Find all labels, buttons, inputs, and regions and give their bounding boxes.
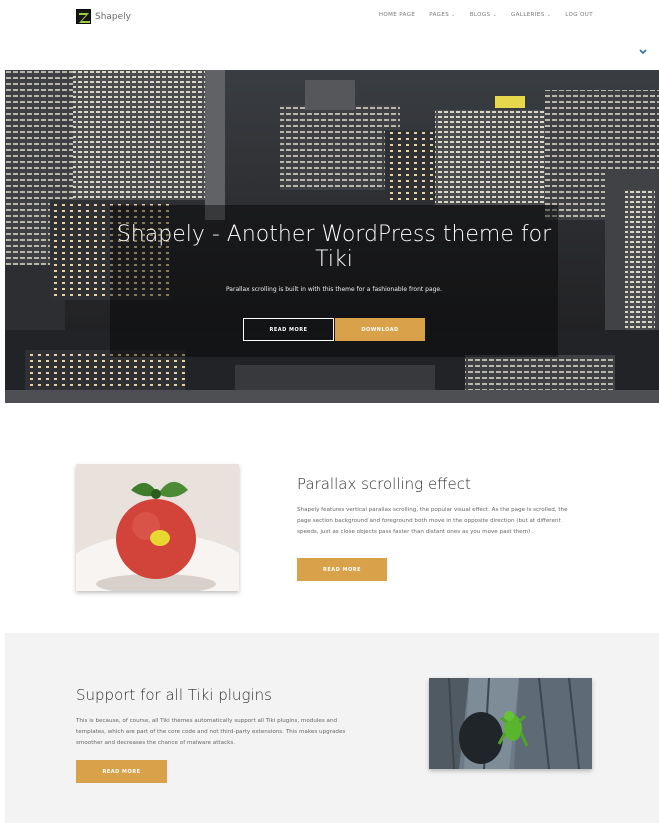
nav-item-label: PAGES [429,12,450,18]
download-button[interactable]: DOWNLOAD [335,318,425,341]
parallax-section-title: Parallax scrolling effect [297,475,471,493]
dessert-image [76,464,239,591]
nav-item-label: BLOGS [469,12,491,18]
nav-item-home-page[interactable]: HOME PAGE [379,12,415,18]
nav-item-log-out[interactable]: LOG OUT [565,12,593,18]
brand[interactable]: Shapely [76,9,131,24]
chevron-down-icon: ⌄ [451,12,456,18]
chevron-down-icon: ⌄ [546,12,552,18]
hero-title: Shapely - Another WordPress theme for Ti… [116,222,552,272]
plugins-read-more-button[interactable]: READ MORE [76,760,167,783]
hero-subtitle: Parallax scrolling is built in with this… [225,286,443,293]
chevron-down-icon [639,49,647,55]
nav-item-label: HOME PAGE [378,12,416,18]
nav-item-blogs[interactable]: BLOGS ⌄ [470,12,497,18]
tiki-logo-icon [76,9,91,24]
main-nav: HOME PAGE PAGES ⌄ BLOGS ⌄ GALLERIES ⌄ LO… [379,12,593,18]
nav-item-label: LOG OUT [565,12,593,18]
parallax-section-body: Shapely features vertical parallax scrol… [297,507,568,535]
plugins-section-body: This is because, of course, all Tiki the… [76,718,346,746]
hero-read-more-button[interactable]: READ MORE [243,318,334,341]
parallax-read-more-button[interactable]: READ MORE [297,558,387,581]
chevron-down-icon: ⌄ [492,12,498,18]
top-navbar: Shapely HOME PAGE PAGES ⌄ BLOGS ⌄ GALLER… [0,0,659,36]
nav-item-pages[interactable]: PAGES ⌄ [429,12,455,18]
nav-item-label: GALLERIES [511,12,545,18]
hero-section: Shapely - Another WordPress theme for Ti… [5,70,659,403]
collapse-toggle[interactable] [637,44,649,55]
nav-item-galleries[interactable]: GALLERIES ⌄ [511,12,551,18]
plugins-section-title: Support for all Tiki plugins [76,686,272,704]
frog-on-tree-image [429,678,592,769]
brand-name: Shapely [95,11,132,22]
